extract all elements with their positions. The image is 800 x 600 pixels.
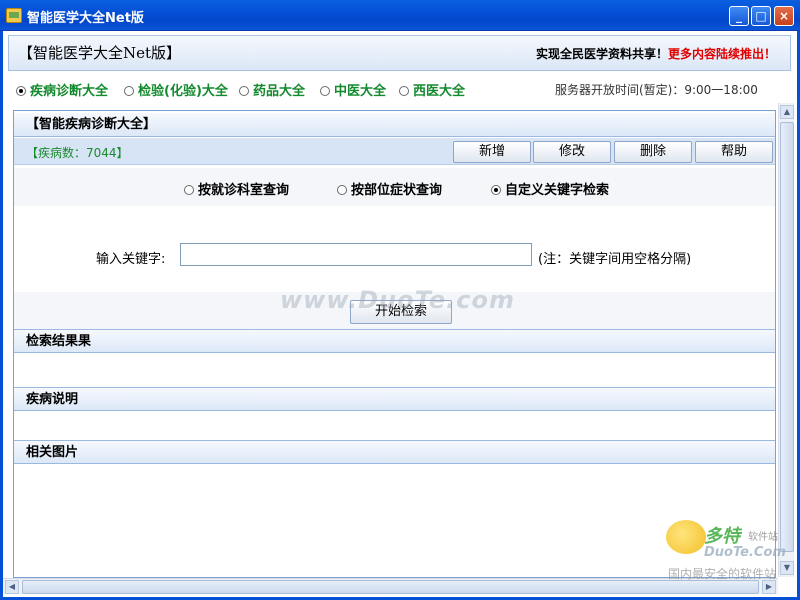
- delete-button[interactable]: 删除: [614, 141, 692, 163]
- images-content: [14, 465, 775, 577]
- keyword-label: 输入关键字:: [96, 252, 166, 267]
- nav-item-label: 药品大全: [253, 84, 306, 99]
- horizontal-scrollbar[interactable]: ◀ ▶: [3, 578, 778, 594]
- mode-by-department[interactable]: 按就诊科室查询: [184, 179, 289, 198]
- nav-item-label: 西医大全: [413, 84, 466, 99]
- search-mode-row: 按就诊科室查询 按部位症状查询 自定义关键字检索: [14, 168, 775, 206]
- nav-item-western[interactable]: 西医大全: [399, 80, 465, 99]
- slogan-highlight: 更多内容陆续推出！: [667, 47, 776, 61]
- mode-by-keyword[interactable]: 自定义关键字检索: [491, 179, 609, 198]
- category-nav: 疾病诊断大全 检验(化验)大全 药品大全 中医大全 西医大全 服务器开放时间(暂…: [8, 75, 791, 101]
- results-content: [14, 354, 775, 386]
- description-title: 疾病说明: [14, 387, 775, 411]
- add-button[interactable]: 新增: [453, 141, 531, 163]
- panel-title: 【智能疾病诊断大全】: [14, 113, 775, 137]
- radio-icon[interactable]: [320, 86, 330, 96]
- radio-icon[interactable]: [337, 185, 347, 195]
- nav-item-drugs[interactable]: 药品大全: [239, 80, 305, 99]
- scroll-up-icon[interactable]: ▲: [780, 105, 794, 119]
- server-hours: 服务器开放时间(暂定)：9:00一18:00: [555, 83, 758, 97]
- results-title: 检索结果果: [14, 329, 775, 353]
- scroll-down-icon[interactable]: ▼: [780, 561, 794, 575]
- vertical-scroll-thumb[interactable]: [780, 122, 794, 552]
- scroll-left-icon[interactable]: ◀: [5, 580, 19, 594]
- slogan: 实现全民医学资料共享！更多内容陆续推出！: [536, 45, 776, 62]
- edit-button[interactable]: 修改: [533, 141, 611, 163]
- radio-icon[interactable]: [184, 185, 194, 195]
- nav-item-label: 疾病诊断大全: [30, 84, 109, 99]
- nav-item-tcm[interactable]: 中医大全: [320, 80, 386, 99]
- watermark-brand-sub: 软件站: [748, 532, 778, 543]
- close-button[interactable]: ×: [774, 6, 794, 26]
- mode-label: 自定义关键字检索: [505, 183, 610, 198]
- keyword-note: (注：关键字间用空格分隔): [538, 252, 692, 267]
- app-header: 【智能医学大全Net版】 实现全民医学资料共享！更多内容陆续推出！: [8, 35, 791, 71]
- keyword-area: 输入关键字: (注：关键字间用空格分隔): [14, 206, 775, 292]
- nav-item-label: 检验(化验)大全: [138, 84, 228, 99]
- minimize-button[interactable]: _: [729, 6, 749, 26]
- window-title: 智能医学大全Net版: [27, 11, 144, 26]
- nav-item-label: 中医大全: [334, 84, 387, 99]
- vertical-scrollbar[interactable]: ▲ ▼: [778, 103, 794, 577]
- watermark-tagline: 国内最安全的软件站: [668, 567, 777, 581]
- mode-by-symptom[interactable]: 按部位症状查询: [337, 179, 442, 198]
- horizontal-scroll-thumb[interactable]: [22, 580, 759, 594]
- toolbar: 【疾病数：7044】 新增 修改 删除 帮助: [14, 138, 775, 165]
- watermark-domain: DuoTe.Com: [704, 545, 786, 560]
- images-title: 相关图片: [14, 440, 775, 464]
- title-bar[interactable]: 智能医学大全Net版 _ □ ×: [0, 0, 800, 31]
- radio-icon[interactable]: [399, 86, 409, 96]
- slogan-text: 实现全民医学资料共享！: [535, 47, 668, 61]
- mode-label: 按部位症状查询: [351, 183, 443, 198]
- radio-icon[interactable]: [239, 86, 249, 96]
- mode-label: 按就诊科室查询: [198, 183, 290, 198]
- maximize-button[interactable]: □: [751, 6, 771, 26]
- watermark-logo-icon: [666, 520, 706, 554]
- keyword-input[interactable]: [180, 243, 532, 266]
- scroll-right-icon[interactable]: ▶: [762, 580, 776, 594]
- nav-item-lab-test[interactable]: 检验(化验)大全: [124, 80, 228, 99]
- watermark-center: www.DuoTe.com: [280, 286, 515, 314]
- radio-icon[interactable]: [124, 86, 134, 96]
- radio-icon[interactable]: [16, 86, 26, 96]
- nav-item-disease[interactable]: 疾病诊断大全: [16, 80, 108, 99]
- app-icon: [6, 8, 22, 23]
- help-button[interactable]: 帮助: [695, 141, 773, 163]
- description-content: [14, 412, 775, 440]
- radio-icon[interactable]: [491, 185, 501, 195]
- disease-count: 【疾病数：7044】: [26, 146, 129, 160]
- diagnosis-panel: 【智能疾病诊断大全】 【疾病数：7044】 新增 修改 删除 帮助 按就诊科室查…: [13, 110, 776, 578]
- app-brand: 【智能医学大全Net版】: [18, 44, 182, 62]
